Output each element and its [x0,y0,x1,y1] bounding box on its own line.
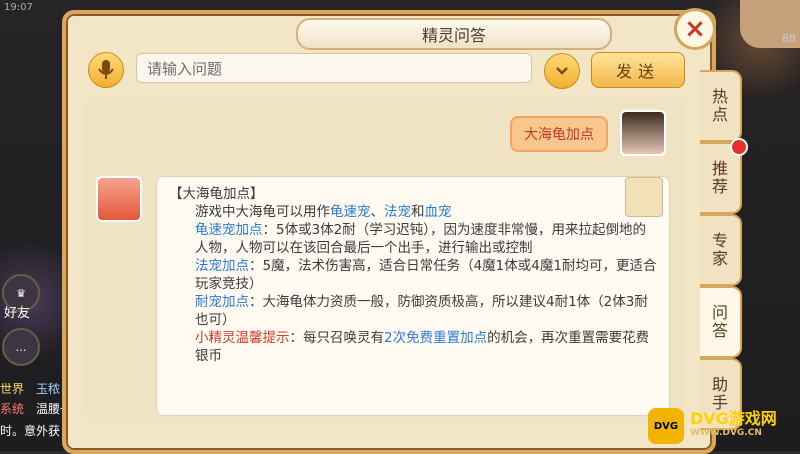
answer-card: 【大海龟加点】 游戏中大海龟可以用作龟速宠、法宠和血宠 龟速宠加点：5体或3体2… [156,176,670,416]
answer-intro: 游戏中大海龟可以用作龟速宠、法宠和血宠 [195,204,452,220]
user-message-bubble: 大海龟加点 [510,116,608,152]
voice-input-button[interactable] [88,52,124,88]
link-magic-pet[interactable]: 法宠 [384,204,411,220]
microphone-icon [98,60,114,79]
watermark-url: WWW.DVG.CN [690,428,762,438]
answer-para-speed: 龟速宠加点：5体或3体2耐（学习迟钝），因为速度非常慢，用来拉起倒地的人物，人物… [195,222,647,256]
friends-label: 好友 [4,306,31,321]
chat-sender-1[interactable]: 玉秾 [36,380,60,397]
history-dropdown-button[interactable] [544,53,580,89]
spirit-avatar [96,176,142,222]
answer-para-magic: 法宠加点：5魔，法术伤害高，适合日常任务（4魔1体或4魔1耐均可，更适合玩家竞技… [195,258,657,292]
side-tabs: 热点 推荐 专家 问答 助手 [700,70,748,450]
question-bar: 请输入问题 发送 [88,48,688,92]
tab-hot[interactable]: 热点 [700,70,742,142]
channel-world[interactable]: 世界 [0,380,24,397]
user-avatar [620,110,666,156]
channel-system[interactable]: 系统 [0,400,24,417]
answer-heading: 【大海龟加点】 [169,186,264,202]
site-watermark: DVG DVG游戏网 WWW.DVG.CN [648,404,798,448]
answer-para-endurance: 耐宠加点：大海龟体力资质一般，防御资质极高，所以建议4耐1体（2体3耐也可） [195,294,648,328]
answer-tip: 小精灵温馨提示：每只召唤灵有2次免费重置加点的机会，再次重置需要花费银币 [195,330,650,364]
clock: 19:07 [4,2,33,13]
chat-area[interactable]: 大海龟加点 【大海龟加点】 游戏中大海龟可以用作龟速宠、法宠和血宠 龟速宠加点：… [86,98,686,418]
close-icon: × [684,14,706,44]
tab-qa[interactable]: 问答 [700,286,742,358]
link-free-reset[interactable]: 2次免费重置加点 [384,330,487,346]
chevron-down-icon [556,67,568,75]
level-number: 88 [782,32,796,45]
chat-message: 时。意外获 [0,424,61,438]
question-input[interactable]: 请输入问题 [136,53,532,83]
dialog-title: 精灵问答 [296,18,612,50]
tab-recommend[interactable]: 推荐 [700,138,748,214]
link-hp-pet[interactable]: 血宠 [425,204,452,220]
tab-expert[interactable]: 专家 [700,214,742,286]
chat-bubble-icon[interactable]: … [2,328,40,366]
notification-badge [730,138,748,156]
watermark-title: DVG游戏网 [690,409,777,428]
gamepad-logo-icon: DVG [648,408,684,444]
close-button[interactable]: × [674,8,716,50]
send-button[interactable]: 发送 [591,52,685,88]
link-turtle-speed[interactable]: 龟速宠 [330,204,371,220]
